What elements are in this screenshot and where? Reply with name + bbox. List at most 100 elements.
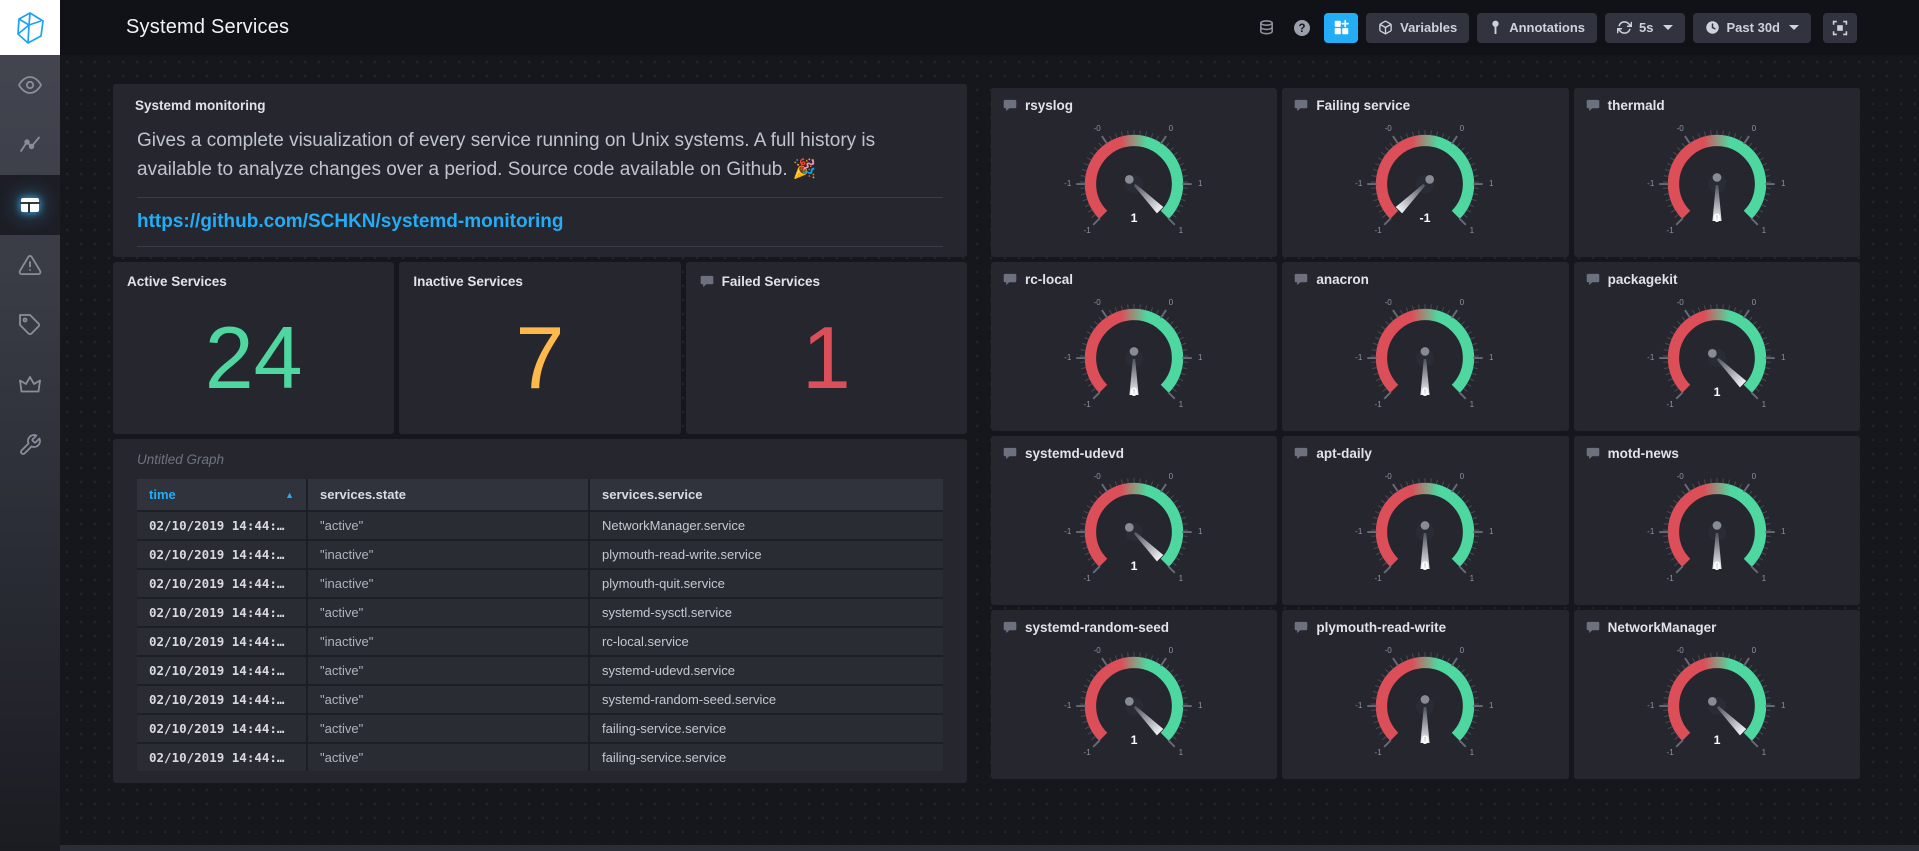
sidebar-item-log-viewer[interactable] (0, 295, 60, 355)
github-link[interactable]: https://github.com/SCHKN/systemd-monitor… (137, 211, 563, 233)
svg-text:-1: -1 (1666, 748, 1674, 757)
svg-text:0: 0 (1751, 472, 1756, 481)
svg-text:-1: -1 (1064, 527, 1072, 536)
gauge-title: apt-daily (1316, 446, 1372, 461)
svg-text:-1: -1 (1420, 211, 1431, 225)
pin-icon (1492, 20, 1499, 34)
svg-text:-0: -0 (1385, 124, 1393, 133)
gauge-title: plymouth-read-write (1316, 620, 1447, 635)
refresh-dropdown[interactable]: 5s (1605, 12, 1685, 43)
cell-service: NetworkManager.service (589, 511, 943, 541)
table-row: 02/10/2019 14:44:… "active" failing-serv… (137, 743, 943, 771)
comment-icon (1294, 273, 1308, 286)
svg-text:1: 1 (1713, 385, 1720, 399)
stat-title: Inactive Services (413, 274, 523, 289)
sidebar-item-dashboards[interactable] (0, 175, 60, 235)
text-panel: Systemd monitoring Gives a complete visu… (113, 84, 967, 257)
cell-time: 02/10/2019 14:44:… (137, 714, 308, 744)
svg-text:-0: -0 (1676, 472, 1684, 481)
add-cell-icon (1334, 19, 1349, 35)
top-navbar: Systemd Services ? Variables Annotations… (60, 0, 1919, 55)
comment-icon (1003, 621, 1017, 634)
gauge-visual: -1 -1 -0 0 1 1 1 (991, 461, 1277, 605)
gauge-title: rsyslog (1025, 98, 1074, 113)
svg-text:-0: -0 (1676, 646, 1684, 655)
table-panel: Untitled Graph time ▲ services.state ser… (113, 439, 967, 783)
add-cell-button[interactable] (1324, 12, 1359, 43)
svg-text:1: 1 (1713, 733, 1720, 747)
svg-text:-1: -1 (1356, 527, 1364, 536)
svg-text:0: 0 (1460, 646, 1465, 655)
svg-text:1: 1 (1179, 748, 1184, 757)
cell-state: "inactive" (307, 569, 590, 599)
svg-text:-0: -0 (1094, 298, 1102, 307)
graph-pulse-icon (20, 136, 40, 152)
stats-row: Active Services 24 Inactive Services 7 F… (113, 262, 967, 434)
svg-text:1: 1 (1490, 353, 1495, 362)
influxdata-logo[interactable] (0, 0, 60, 55)
column-header-time[interactable]: time ▲ (137, 479, 308, 512)
expand-icon (1832, 20, 1848, 35)
help-icon[interactable]: ? (1288, 19, 1316, 37)
svg-text:-1: -1 (1064, 179, 1072, 188)
dashboards-grid-icon (20, 198, 40, 213)
stat-panel-inactive-services: Inactive Services 7 (399, 262, 681, 434)
svg-text:1: 1 (1781, 179, 1786, 188)
eye-icon (18, 76, 42, 94)
svg-text:-0: -0 (1676, 298, 1684, 307)
cell-service: plymouth-quit.service (589, 569, 943, 599)
svg-text:1: 1 (1198, 353, 1203, 362)
cell-state: "active" (307, 714, 590, 744)
variables-button[interactable]: Variables (1366, 12, 1470, 43)
svg-text:1: 1 (1781, 353, 1786, 362)
sidebar-item-alerting[interactable] (0, 235, 60, 295)
svg-text:1: 1 (1470, 226, 1475, 235)
svg-text:1: 1 (1761, 400, 1766, 409)
annotations-label: Annotations (1509, 20, 1586, 35)
cell-time: 02/10/2019 14:44:… (137, 540, 308, 570)
gauge-panel-systemd-udevd: systemd-udevd -1 -1 -0 0 1 1 1 (991, 436, 1278, 605)
horizontal-scrollbar[interactable] (60, 845, 1919, 851)
svg-text:-1: -1 (1356, 353, 1364, 362)
gauge-title: systemd-random-seed (1025, 620, 1170, 635)
comment-icon (1586, 99, 1600, 112)
svg-text:-1: -1 (1666, 226, 1674, 235)
column-header-state[interactable]: services.state (307, 479, 590, 512)
svg-text:1: 1 (1490, 701, 1495, 710)
svg-text:-0: -0 (1094, 472, 1102, 481)
svg-text:1: 1 (1179, 400, 1184, 409)
chevron-down-icon (1789, 25, 1799, 30)
variables-label: Variables (1400, 20, 1458, 35)
sidebar-item-admin[interactable] (0, 355, 60, 415)
gauge-visual: -1 -1 -0 0 1 1 0 (1282, 461, 1568, 605)
presentation-mode-button[interactable] (1823, 12, 1857, 43)
svg-text:0: 0 (1169, 124, 1174, 133)
gauge-panel-rc-local: rc-local -1 -1 -0 0 1 1 0 (991, 262, 1278, 431)
gauge-visual: -1 -1 -0 0 1 1 1 (1574, 635, 1860, 779)
table-wrap: time ▲ services.state services.service 0… (137, 479, 943, 771)
svg-text:-0: -0 (1385, 298, 1393, 307)
sidebar-item-status[interactable] (0, 55, 60, 115)
svg-text:0: 0 (1460, 298, 1465, 307)
sidebar-item-configuration[interactable] (0, 415, 60, 475)
svg-text:1: 1 (1470, 574, 1475, 583)
gauge-panel-packagekit: packagekit -1 -1 -0 0 1 1 1 (1573, 262, 1860, 431)
svg-text:-0: -0 (1676, 124, 1684, 133)
sidebar-item-data-explorer[interactable] (0, 115, 60, 175)
table-row: 02/10/2019 14:44:… "active" systemd-rand… (137, 685, 943, 715)
cube-icon (1379, 20, 1392, 35)
stat-value: 7 (515, 307, 565, 407)
time-range-dropdown[interactable]: Past 30d (1692, 12, 1811, 43)
svg-text:-1: -1 (1647, 179, 1655, 188)
column-header-service[interactable]: services.service (589, 479, 943, 512)
gauge-title: rc-local (1025, 272, 1074, 287)
tags-icon (19, 314, 41, 336)
svg-text:1: 1 (1470, 400, 1475, 409)
annotations-button[interactable]: Annotations (1477, 12, 1598, 43)
cell-state: "inactive" (307, 627, 590, 657)
svg-text:1: 1 (1198, 701, 1203, 710)
source-database-icon[interactable] (1253, 19, 1280, 37)
cell-state: "active" (307, 685, 590, 715)
influxdata-cube-icon (17, 11, 44, 44)
cell-service: rc-local.service (589, 627, 943, 657)
